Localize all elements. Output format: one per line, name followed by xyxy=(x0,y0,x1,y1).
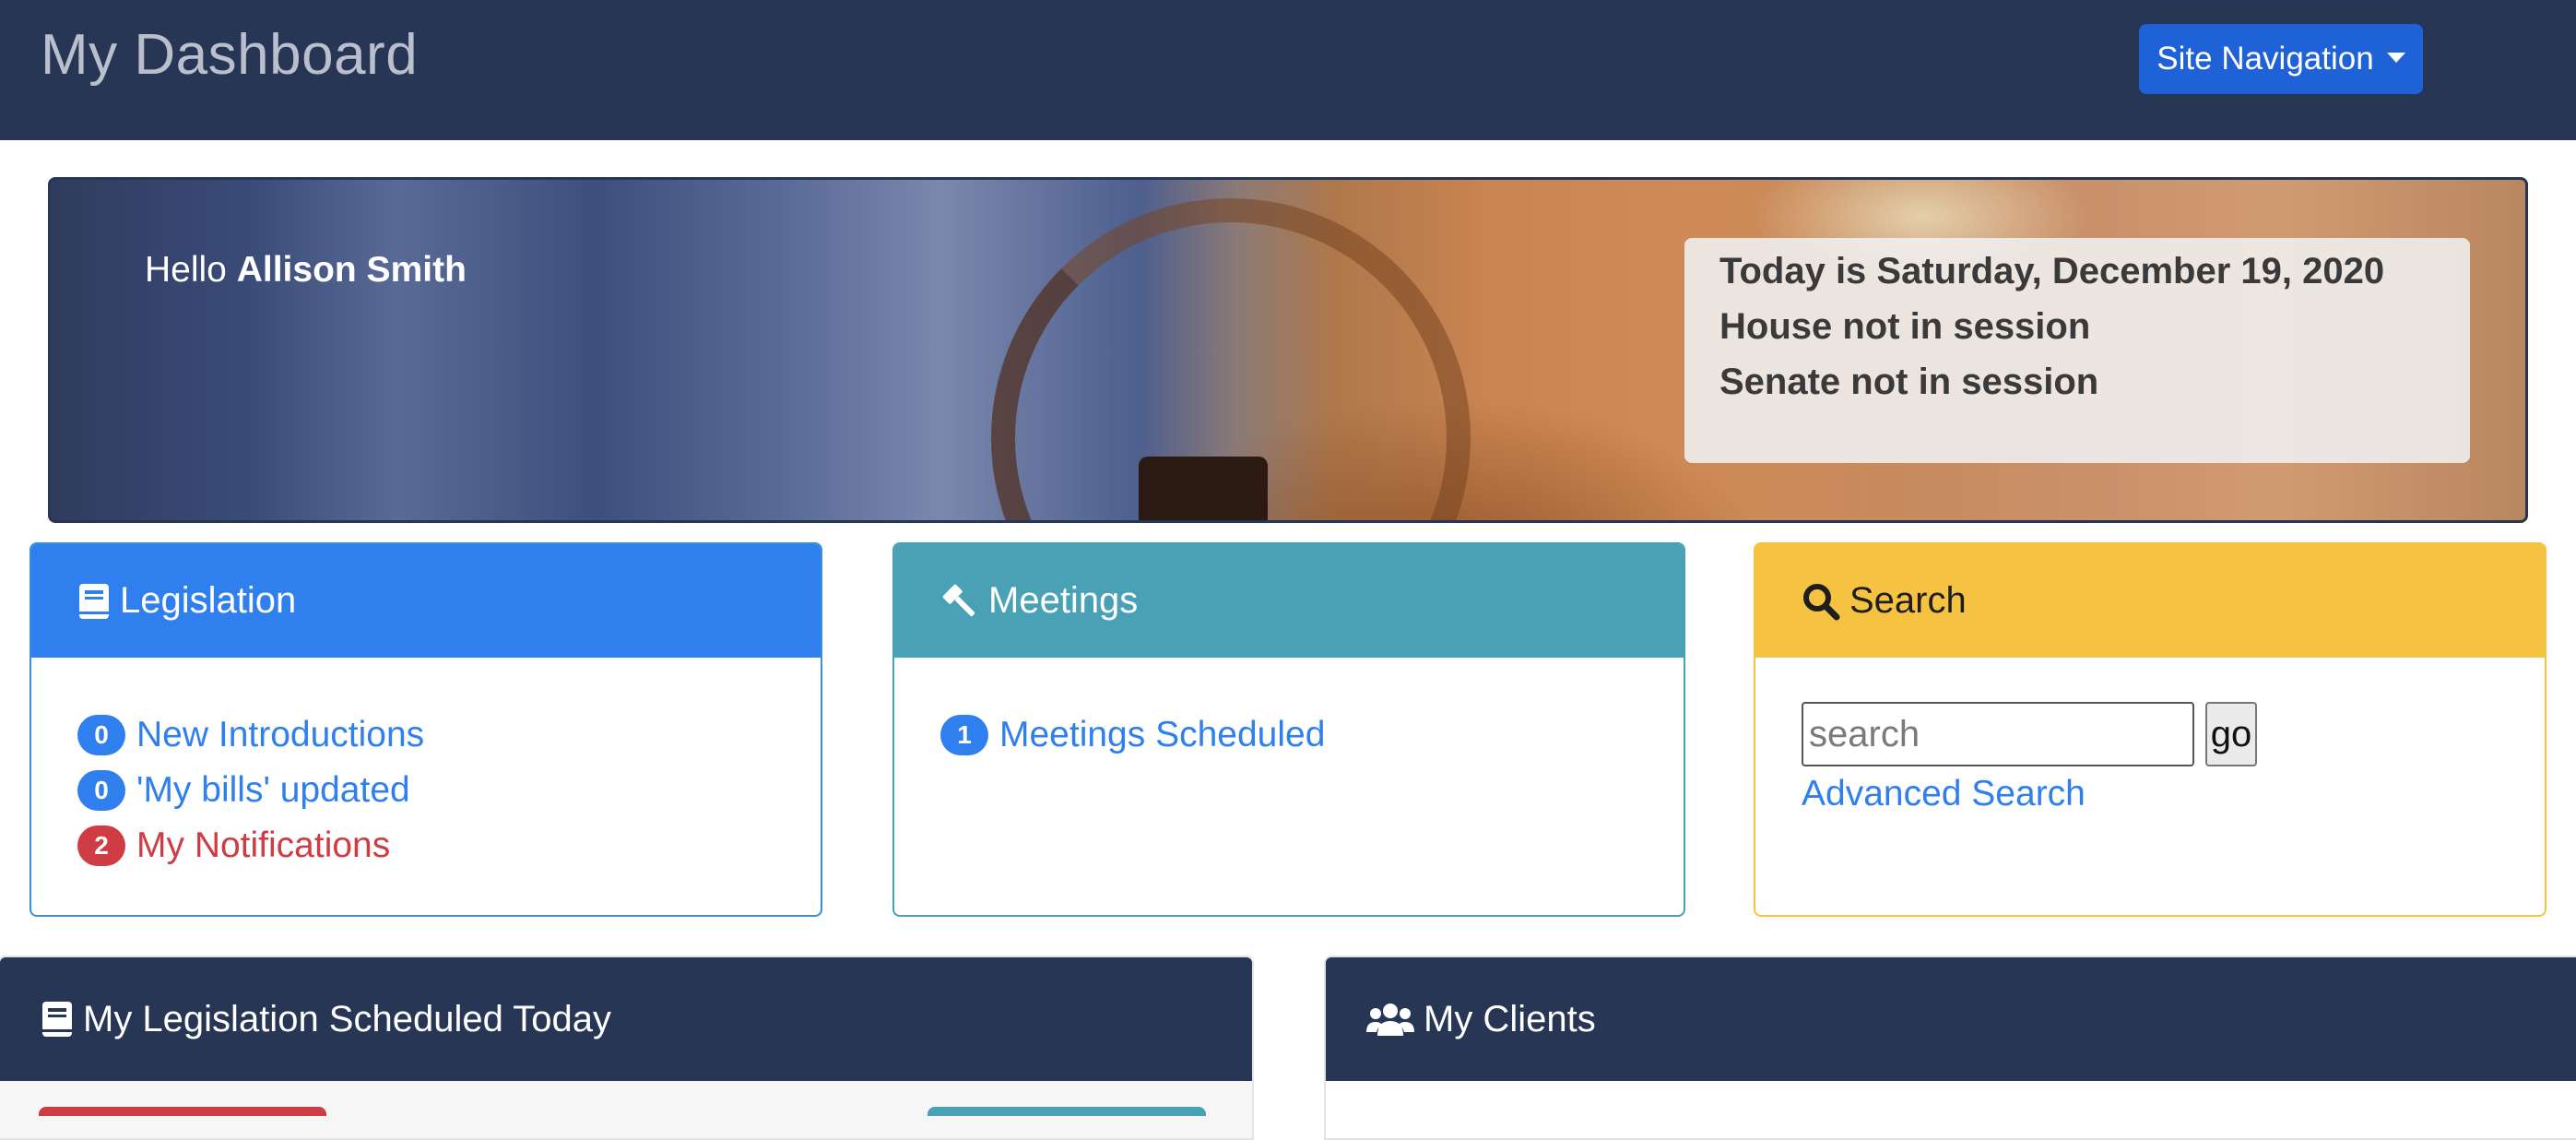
search-card-title: Search xyxy=(1849,580,1967,621)
caret-down-icon xyxy=(2386,52,2405,63)
my-notifications-count: 2 xyxy=(77,825,125,866)
clients-header: My Clients xyxy=(1326,957,2576,1081)
top-navbar: My Dashboard Site Navigation xyxy=(0,0,2576,140)
my-bills-updated-count: 0 xyxy=(77,770,125,811)
meetings-card: Meetings 1 Meetings Scheduled xyxy=(892,542,1685,917)
search-input[interactable] xyxy=(1802,702,2194,766)
legislation-today-header: My Legislation Scheduled Today xyxy=(0,957,1252,1081)
banner-image-doorway xyxy=(1139,457,1268,520)
my-notifications-link[interactable]: 2 My Notifications xyxy=(77,818,821,873)
search-card-header: Search xyxy=(1755,544,2545,658)
welcome-banner: Hello Allison Smith Today is Saturday, D… xyxy=(48,177,2528,523)
house-status: House not in session xyxy=(1719,306,2091,347)
new-introductions-label: New Introductions xyxy=(136,715,425,754)
new-introductions-link[interactable]: 0 New Introductions xyxy=(77,707,821,763)
book-icon xyxy=(41,1001,74,1038)
legislation-card-title: Legislation xyxy=(120,580,297,621)
greeting-text: Hello xyxy=(145,250,227,290)
user-name: Allison Smith xyxy=(236,250,467,290)
clients-title: My Clients xyxy=(1424,998,1596,1039)
meetings-scheduled-count: 1 xyxy=(940,715,988,755)
greeting: Hello Allison Smith xyxy=(145,250,467,291)
legislation-card-body: 0 New Introductions 0 'My bills' updated… xyxy=(31,658,821,873)
users-icon xyxy=(1366,1001,1414,1038)
meetings-scheduled-label: Meetings Scheduled xyxy=(999,715,1326,754)
my-notifications-label: My Notifications xyxy=(136,825,391,865)
legislation-today-title: My Legislation Scheduled Today xyxy=(83,998,611,1039)
search-icon xyxy=(1802,582,1840,621)
advanced-search-link[interactable]: Advanced Search xyxy=(1802,774,2545,814)
gavel-icon xyxy=(940,582,979,621)
search-card-body: go Advanced Search xyxy=(1755,658,2545,814)
senate-status: Senate not in session xyxy=(1719,362,2099,402)
session-status-box: Today is Saturday, December 19, 2020 Hou… xyxy=(1684,238,2470,463)
site-navigation-button[interactable]: Site Navigation xyxy=(2139,24,2423,94)
clients-panel: My Clients xyxy=(1324,956,2576,1140)
meetings-card-body: 1 Meetings Scheduled xyxy=(894,658,1684,763)
legislation-card: Legislation 0 New Introductions 0 'My bi… xyxy=(30,542,822,917)
site-navigation-label: Site Navigation xyxy=(2157,41,2374,77)
book-icon xyxy=(77,583,111,620)
my-bills-updated-label: 'My bills' updated xyxy=(136,770,410,810)
search-row: go xyxy=(1802,702,2545,766)
legislation-card-header: Legislation xyxy=(31,544,821,658)
today-date: Today is Saturday, December 19, 2020 xyxy=(1719,251,2385,291)
meetings-card-title: Meetings xyxy=(988,580,1139,621)
dashboard-title: My Dashboard xyxy=(41,23,419,87)
search-go-button[interactable]: go xyxy=(2205,702,2257,766)
meetings-scheduled-link[interactable]: 1 Meetings Scheduled xyxy=(940,707,1684,763)
legislation-tab-button-red[interactable] xyxy=(39,1107,326,1116)
new-introductions-count: 0 xyxy=(77,715,125,755)
search-card: Search go Advanced Search xyxy=(1754,542,2546,917)
my-bills-updated-link[interactable]: 0 'My bills' updated xyxy=(77,763,821,818)
meetings-card-header: Meetings xyxy=(894,544,1684,658)
legislation-tab-button-teal[interactable] xyxy=(928,1107,1206,1116)
